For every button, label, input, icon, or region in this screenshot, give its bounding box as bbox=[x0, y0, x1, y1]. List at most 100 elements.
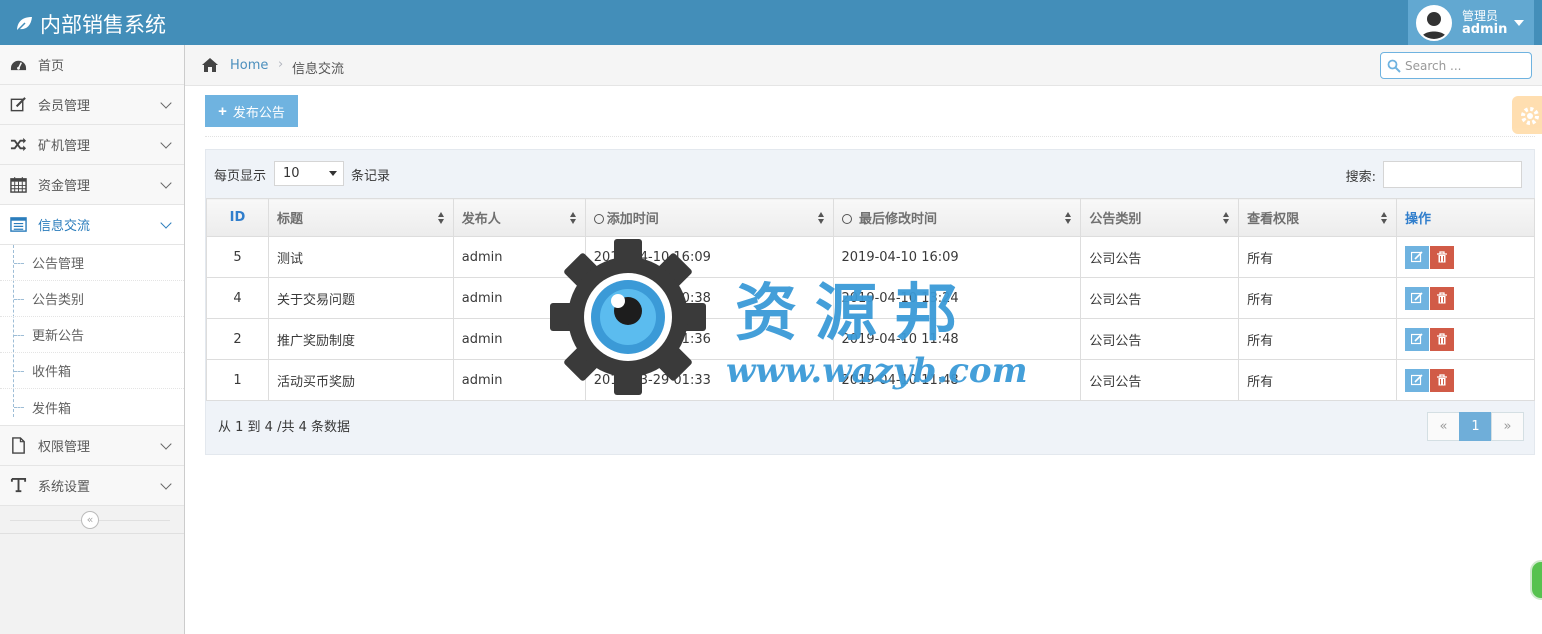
cell-title: 测试 bbox=[267, 236, 454, 278]
sidebar-subitem-outbox[interactable]: 发件箱 bbox=[0, 389, 184, 425]
column-header-id[interactable]: ID bbox=[206, 198, 269, 237]
page-length-value: 10 bbox=[283, 166, 300, 181]
pagination-next[interactable]: » bbox=[1491, 412, 1524, 441]
pencil-icon bbox=[1411, 291, 1423, 303]
calendar-icon bbox=[8, 175, 28, 195]
app-brand[interactable]: 内部销售系统 bbox=[14, 9, 166, 39]
table-filter-label: 搜索: bbox=[1345, 170, 1376, 185]
delete-button[interactable] bbox=[1430, 368, 1455, 392]
sidebar-subitem-notice-manage[interactable]: 公告管理 bbox=[0, 245, 184, 281]
shuffle-icon bbox=[8, 135, 28, 155]
page-length-prefix: 每页显示 bbox=[214, 169, 267, 184]
breadcrumb: Home › 信息交流 bbox=[185, 45, 1542, 86]
user-avatar-icon bbox=[1421, 11, 1447, 39]
user-menu[interactable]: 管理员 admin bbox=[1408, 0, 1534, 45]
user-name: admin bbox=[1462, 21, 1508, 37]
cell-permission: 所有 bbox=[1238, 359, 1398, 401]
sidebar-item-label: 信息交流 bbox=[38, 219, 91, 234]
leaf-icon bbox=[16, 17, 32, 32]
sidebar-item-settings[interactable]: 系统设置 bbox=[0, 466, 184, 506]
chevron-down-icon bbox=[160, 217, 172, 229]
trash-icon bbox=[1437, 332, 1448, 344]
sort-icon bbox=[437, 212, 445, 224]
edit-button[interactable] bbox=[1405, 327, 1430, 351]
sort-icon bbox=[1223, 212, 1230, 224]
cell-actions bbox=[1396, 236, 1535, 278]
list-icon bbox=[8, 215, 28, 235]
table-info: 从 1 到 4 /共 4 条数据 bbox=[218, 420, 350, 435]
table-header-row: ID 标题 发布人 添加时间 最后修改时间 公告类别 查看权限 操作 bbox=[206, 198, 1535, 237]
watermark-text: 资源邦 bbox=[735, 276, 976, 349]
chevron-down-icon bbox=[160, 177, 172, 189]
sidebar-item-label: 矿机管理 bbox=[38, 139, 91, 154]
column-header-category[interactable]: 公告类别 bbox=[1080, 198, 1240, 237]
page-length-select[interactable]: 10 bbox=[274, 161, 344, 186]
breadcrumb-current: 信息交流 bbox=[292, 62, 345, 77]
nav-search bbox=[1380, 52, 1532, 79]
search-input[interactable] bbox=[1405, 56, 1525, 75]
divider bbox=[205, 136, 1535, 137]
sidebar-item-home[interactable]: 首页 bbox=[0, 45, 184, 85]
publish-notice-button[interactable]: + 发布公告 bbox=[205, 95, 298, 127]
publish-notice-label: 发布公告 bbox=[232, 104, 285, 120]
sidebar-item-label: 会员管理 bbox=[38, 99, 91, 114]
text-icon bbox=[8, 476, 28, 496]
cell-actions bbox=[1396, 277, 1535, 319]
sidebar: 首页 会员管理 矿机管理 资金管理 信息交流 公告管理 公告类别 更新公告 收件… bbox=[0, 45, 185, 634]
home-icon bbox=[202, 58, 218, 72]
breadcrumb-home-link[interactable]: Home bbox=[230, 58, 268, 73]
sidebar-subitem-update-notice[interactable]: 更新公告 bbox=[0, 317, 184, 353]
column-header-modified[interactable]: 最后修改时间 bbox=[832, 198, 1082, 237]
sort-icon bbox=[817, 212, 825, 224]
column-header-actions: 操作 bbox=[1396, 198, 1535, 237]
sidebar-item-permissions[interactable]: 权限管理 bbox=[0, 426, 184, 466]
cell-permission: 所有 bbox=[1238, 236, 1398, 278]
pencil-icon bbox=[1411, 332, 1423, 344]
sidebar-subitem-inbox[interactable]: 收件箱 bbox=[0, 353, 184, 389]
column-header-title[interactable]: 标题 bbox=[267, 198, 454, 237]
sort-icon bbox=[1065, 212, 1072, 224]
delete-button[interactable] bbox=[1430, 327, 1455, 351]
edit-button[interactable] bbox=[1405, 368, 1430, 392]
pencil-icon bbox=[1411, 373, 1423, 385]
trash-icon bbox=[1437, 250, 1448, 262]
watermark-gear-icon bbox=[550, 239, 706, 395]
sidebar-subitem-notice-category[interactable]: 公告类别 bbox=[0, 281, 184, 317]
column-header-author[interactable]: 发布人 bbox=[452, 198, 586, 237]
table-filter-input[interactable] bbox=[1383, 161, 1522, 188]
delete-button[interactable] bbox=[1430, 286, 1455, 310]
settings-toggle[interactable] bbox=[1512, 96, 1542, 134]
avatar bbox=[1416, 4, 1452, 41]
cell-id: 2 bbox=[206, 318, 269, 360]
sidebar-item-messages[interactable]: 信息交流 bbox=[0, 205, 184, 245]
collapse-icon[interactable]: « bbox=[81, 511, 99, 529]
edit-button[interactable] bbox=[1405, 286, 1430, 310]
column-header-added[interactable]: 添加时间 bbox=[584, 198, 834, 237]
cell-category: 公司公告 bbox=[1080, 277, 1240, 319]
app-title: 内部销售系统 bbox=[40, 13, 166, 37]
sidebar-item-label: 权限管理 bbox=[38, 440, 91, 455]
column-header-permission[interactable]: 查看权限 bbox=[1238, 198, 1398, 237]
file-icon bbox=[8, 436, 28, 456]
cell-title: 推广奖励制度 bbox=[267, 318, 454, 360]
dashboard-icon bbox=[8, 55, 28, 75]
cell-title: 活动买币奖励 bbox=[267, 359, 454, 401]
trash-icon bbox=[1437, 373, 1448, 385]
floating-widget[interactable] bbox=[1530, 560, 1542, 600]
edit-button[interactable] bbox=[1405, 245, 1430, 269]
pagination: « 1 » bbox=[1427, 412, 1524, 441]
edit-icon bbox=[8, 95, 28, 115]
sidebar-item-miners[interactable]: 矿机管理 bbox=[0, 125, 184, 165]
delete-button[interactable] bbox=[1430, 245, 1455, 269]
top-navbar: 内部销售系统 管理员 admin bbox=[0, 0, 1542, 45]
plus-icon: + bbox=[218, 102, 227, 120]
cell-title: 关于交易问题 bbox=[267, 277, 454, 319]
watermark-url: www.wazyb.com bbox=[726, 351, 1028, 391]
sidebar-item-funds[interactable]: 资金管理 bbox=[0, 165, 184, 205]
sidebar-item-members[interactable]: 会员管理 bbox=[0, 85, 184, 125]
caret-down-icon bbox=[1514, 20, 1524, 26]
pagination-page[interactable]: 1 bbox=[1459, 412, 1492, 441]
pagination-prev[interactable]: « bbox=[1427, 412, 1460, 441]
chevron-down-icon bbox=[160, 97, 172, 109]
caret-down-icon bbox=[329, 171, 337, 176]
